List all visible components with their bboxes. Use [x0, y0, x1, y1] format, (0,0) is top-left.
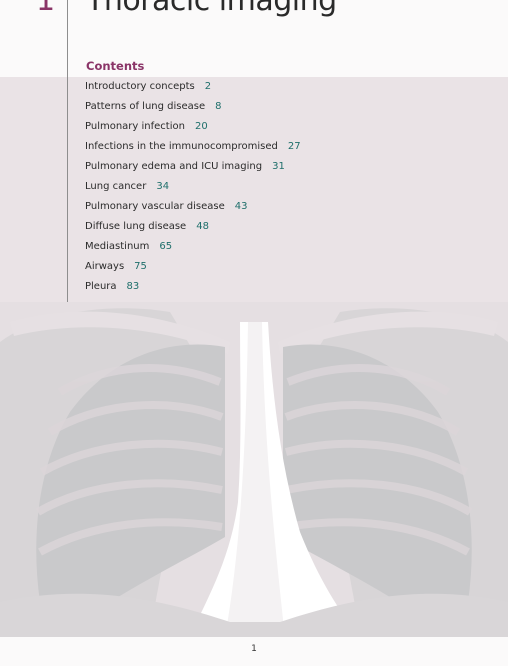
toc-item-page: 83 [126, 281, 140, 292]
toc-item[interactable]: Infections in the immunocompromised 27 [85, 140, 301, 160]
toc-item-title: Pulmonary vascular disease [85, 201, 225, 212]
toc-item-title: Pulmonary infection [85, 121, 185, 132]
toc-item[interactable]: Patterns of lung disease 8 [85, 100, 301, 120]
toc-item[interactable]: Pulmonary vascular disease 43 [85, 200, 301, 220]
toc-item-title: Pulmonary edema and ICU imaging [85, 161, 263, 172]
table-of-contents: Introductory concepts 2 Patterns of lung … [85, 80, 301, 300]
toc-item-title: Airways [85, 261, 125, 272]
toc-item-title: Infections in the immunocompromised [85, 141, 278, 152]
toc-item-title: Lung cancer [85, 181, 147, 192]
contents-heading: Contents [86, 59, 145, 73]
toc-item-title: Introductory concepts [85, 81, 195, 92]
toc-item[interactable]: Mediastinum 65 [85, 240, 301, 260]
toc-item-page: 31 [272, 161, 285, 172]
toc-item-page: 20 [194, 121, 208, 132]
toc-item-page: 43 [234, 201, 248, 212]
toc-item[interactable]: Lung cancer 34 [85, 180, 301, 200]
toc-item-page: 48 [196, 221, 209, 232]
toc-item[interactable]: Pleura 83 [85, 280, 301, 300]
toc-item-title: Diffuse lung disease [85, 221, 187, 232]
toc-item-page: 65 [159, 241, 173, 252]
chapter-title: Thoracic imaging [86, 0, 337, 18]
toc-item-title: Mediastinum [85, 241, 150, 252]
toc-item-page: 8 [215, 101, 222, 112]
chapter-divider-line [67, 0, 68, 302]
toc-item-title: Pleura [85, 281, 117, 292]
toc-item[interactable]: Diffuse lung disease 48 [85, 220, 301, 240]
chapter-number: 1 [36, 0, 56, 18]
toc-item[interactable]: Pulmonary infection 20 [85, 120, 301, 140]
chest-xray-image [0, 302, 508, 637]
page-number: 1 [251, 644, 257, 654]
toc-item-page: 2 [204, 81, 212, 92]
toc-item-page: 27 [287, 141, 301, 152]
toc-item[interactable]: Pulmonary edema and ICU imaging 31 [85, 160, 301, 180]
toc-item[interactable]: Introductory concepts 2 [85, 80, 301, 100]
toc-item-page: 34 [156, 181, 170, 192]
toc-item-page: 75 [134, 261, 147, 272]
toc-item-title: Patterns of lung disease [85, 101, 206, 112]
toc-item[interactable]: Airways 75 [85, 260, 301, 280]
